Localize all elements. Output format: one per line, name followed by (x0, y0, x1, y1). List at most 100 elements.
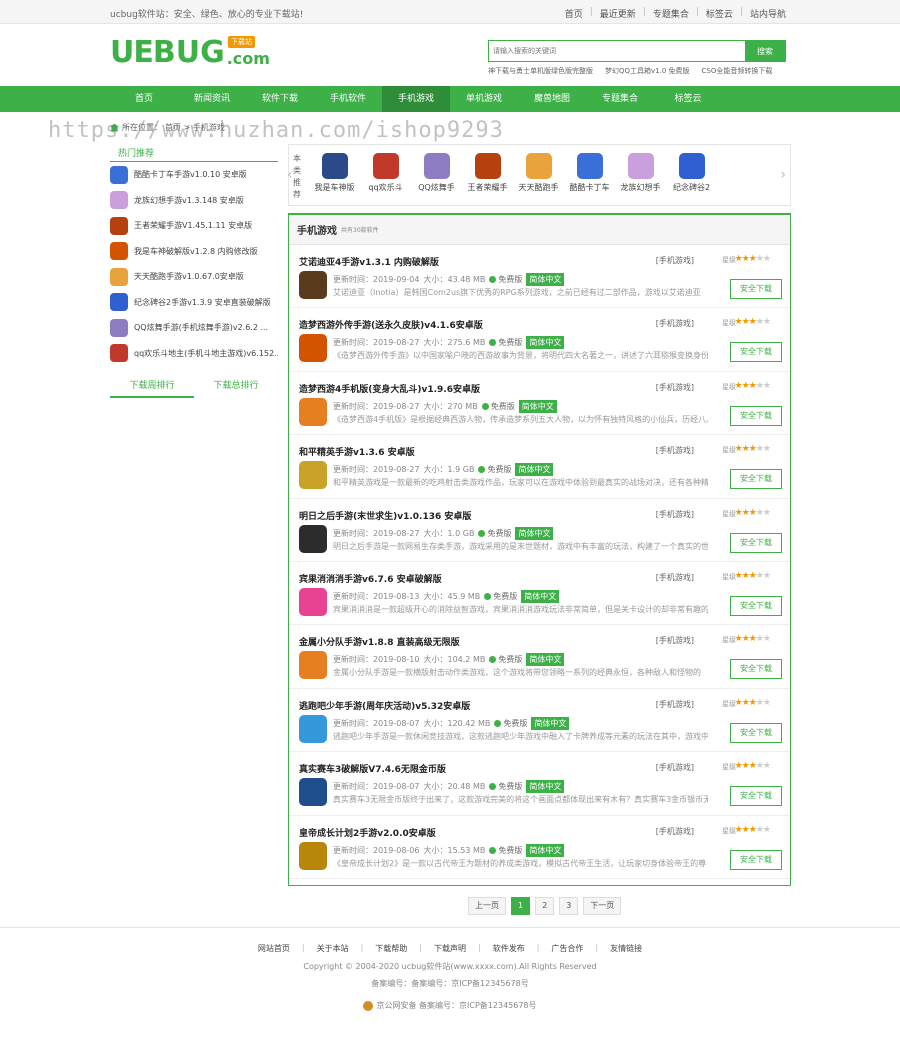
next-page-button[interactable]: 下一页 (583, 897, 622, 915)
carousel-item[interactable]: 天天酷跑手 (513, 153, 564, 193)
hot-word[interactable]: 梦幻QQ工具箱v1.0 免费版 (605, 66, 690, 76)
carousel-item[interactable]: 王者荣耀手 (462, 153, 513, 193)
police-record: 京公网安备 备案编号：京ICP备12345678号 (0, 1000, 900, 1013)
footer-link[interactable]: 广告合作 (551, 943, 583, 954)
download-button[interactable]: 安全下载 (730, 722, 782, 743)
sidebar-item-label: 酷酷卡丁车手游v1.0.10 安卓版 (134, 170, 247, 180)
game-category[interactable]: [手机游戏] (656, 762, 694, 773)
free-icon (489, 656, 497, 664)
hot-word[interactable]: 神下载与勇士单机版绿色版完整版 (488, 66, 593, 76)
download-button[interactable]: 安全下载 (730, 595, 782, 616)
game-icon[interactable] (299, 461, 327, 490)
game-icon[interactable] (299, 524, 327, 553)
game-icon[interactable] (299, 714, 327, 743)
page-1[interactable]: 1 (511, 897, 531, 915)
game-category[interactable]: [手机游戏] (656, 826, 694, 837)
top-link-latest[interactable]: 最近更新 (600, 7, 636, 20)
footer-link[interactable]: 下载声明 (434, 943, 466, 954)
game-icon[interactable] (299, 778, 327, 807)
watermark: https://www.huzhan.com/ishop9293 (48, 118, 504, 143)
carousel-item[interactable]: 龙族幻想手 (615, 153, 666, 193)
page-3[interactable]: 3 (559, 897, 579, 915)
sidebar-item[interactable]: 龙族幻想手游v1.3.148 安卓版 (110, 188, 278, 214)
download-button[interactable]: 安全下载 (730, 279, 782, 299)
sidebar-item[interactable]: 天天酷跑手游v1.0.67.0安卓版 (110, 264, 278, 290)
game-icon[interactable] (299, 397, 327, 426)
game-category[interactable]: [手机游戏] (656, 255, 694, 266)
game-title[interactable]: 艾诺迪亚4手游v1.3.1 内购破解版 (299, 255, 439, 268)
chevron-left-icon[interactable]: ‹ (287, 167, 293, 183)
footer-link[interactable]: 软件发布 (493, 943, 525, 954)
top-link-topics[interactable]: 专题集合 (653, 7, 689, 20)
search-input[interactable] (489, 41, 745, 61)
game-title[interactable]: 皇帝成长计划2手游v2.0.0安卓版 (299, 826, 436, 839)
carousel-item[interactable]: 纪念碑谷2 (666, 153, 717, 193)
game-icon[interactable] (299, 841, 327, 870)
nav-news[interactable]: 新闻资讯 (178, 86, 246, 112)
game-list: 手机游戏 共有30款软件 艾诺迪亚4手游v1.3.1 内购破解版 [手机游戏] 星级… (288, 213, 791, 886)
prev-page-button[interactable]: 上一页 (468, 897, 506, 915)
carousel-item[interactable]: QQ炫舞手 (411, 153, 462, 193)
carousel-item[interactable]: qq欢乐斗 (360, 153, 411, 193)
download-button[interactable]: 安全下载 (730, 532, 782, 553)
game-meta: 更新时间：2019-08-13 大小：45.9 MB 免费版 简体中文 (333, 589, 560, 603)
nav-home[interactable]: 首页 (110, 86, 178, 112)
sidebar-item[interactable]: QQ炫舞手游(手机炫舞手游)v2.6.2 ... (110, 315, 278, 341)
game-title[interactable]: 和平精英手游v1.3.6 安卓版 (299, 445, 415, 458)
footer-link[interactable]: 下载帮助 (375, 943, 407, 954)
top-link-tags[interactable]: 标签云 (706, 7, 733, 20)
nav-pc-games[interactable]: 单机游戏 (450, 86, 518, 112)
search-button[interactable]: 搜索 (745, 41, 785, 61)
footer-link[interactable]: 关于本站 (317, 943, 349, 954)
top-link-home[interactable]: 首页 (565, 7, 583, 20)
download-button[interactable]: 安全下载 (730, 342, 782, 363)
top-link-sitemap[interactable]: 站内导航 (750, 7, 786, 20)
hot-word[interactable]: CSO全能音频转换下载 (702, 66, 773, 76)
game-category[interactable]: [手机游戏] (656, 318, 694, 329)
footer-link[interactable]: 友情链接 (610, 943, 642, 954)
sidebar-item[interactable]: 王者荣耀手游V1.45.1.11 安卓版 (110, 213, 278, 239)
nav-mobile-games[interactable]: 手机游戏 (382, 86, 450, 112)
sidebar-item[interactable]: 纪念碑谷2手游v1.3.9 安卓直装破解版 (110, 290, 278, 316)
game-category[interactable]: [手机游戏] (656, 635, 694, 646)
nav-topics[interactable]: 专题集合 (586, 86, 654, 112)
footer-link[interactable]: 网站首页 (258, 943, 290, 954)
game-icon[interactable] (299, 651, 327, 680)
game-title[interactable]: 真实赛车3破解版V7.4.6无限金币版 (299, 762, 446, 775)
nav-tags[interactable]: 标签云 (654, 86, 722, 112)
sidebar-item[interactable]: 酷酷卡丁车手游v1.0.10 安卓版 (110, 162, 278, 188)
nav-warcraft-maps[interactable]: 魔兽地图 (518, 86, 586, 112)
nav-mobile-software[interactable]: 手机软件 (314, 86, 382, 112)
game-icon[interactable] (299, 587, 327, 616)
tab-total-rank[interactable]: 下载总排行 (194, 378, 278, 398)
game-icon[interactable] (299, 271, 327, 299)
chevron-right-icon[interactable]: › (780, 167, 786, 183)
download-button[interactable]: 安全下载 (730, 659, 782, 680)
nav-software[interactable]: 软件下载 (246, 86, 314, 112)
carousel-item[interactable]: 酷酷卡丁车 (564, 153, 615, 193)
sidebar-item[interactable]: 我是车神破解版v1.2.8 内购修改版 (110, 239, 278, 265)
game-category[interactable]: [手机游戏] (656, 509, 694, 520)
game-category[interactable]: [手机游戏] (656, 445, 694, 456)
game-category[interactable]: [手机游戏] (656, 382, 694, 393)
game-category[interactable]: [手机游戏] (656, 699, 694, 710)
game-title[interactable]: 造梦西游外传手游(送永久皮肤)v4.1.6安卓版 (299, 318, 483, 331)
game-title[interactable]: 宾果消消消手游v6.7.6 安卓破解版 (299, 572, 442, 585)
download-button[interactable]: 安全下载 (730, 469, 782, 490)
game-icon[interactable] (299, 334, 327, 363)
language-badge: 简体中文 (526, 273, 565, 286)
sidebar-item-label: QQ炫舞手游(手机炫舞手游)v2.6.2 ... (134, 323, 269, 333)
download-button[interactable]: 安全下载 (730, 849, 782, 870)
game-title[interactable]: 造梦西游4手机版(变身大乱斗)v1.9.6安卓版 (299, 382, 480, 395)
download-button[interactable]: 安全下载 (730, 405, 782, 426)
sidebar-item[interactable]: qq欢乐斗地主(手机斗地主游戏)v6.152.... (110, 341, 278, 367)
download-button[interactable]: 安全下载 (730, 786, 782, 807)
game-title[interactable]: 逃跑吧少年手游(周年庆活动)v5.32安卓版 (299, 699, 470, 712)
carousel-item[interactable]: 我是车神版 (309, 153, 360, 193)
game-category[interactable]: [手机游戏] (656, 572, 694, 583)
game-title[interactable]: 明日之后手游(末世求生)v1.0.136 安卓版 (299, 509, 471, 522)
tab-weekly-rank[interactable]: 下载周排行 (110, 378, 194, 398)
game-title[interactable]: 金属小分队手游v1.8.8 直装高级无限版 (299, 635, 460, 648)
site-logo[interactable]: UE BUG .com 下载站 (110, 36, 270, 68)
page-2[interactable]: 2 (535, 897, 555, 915)
